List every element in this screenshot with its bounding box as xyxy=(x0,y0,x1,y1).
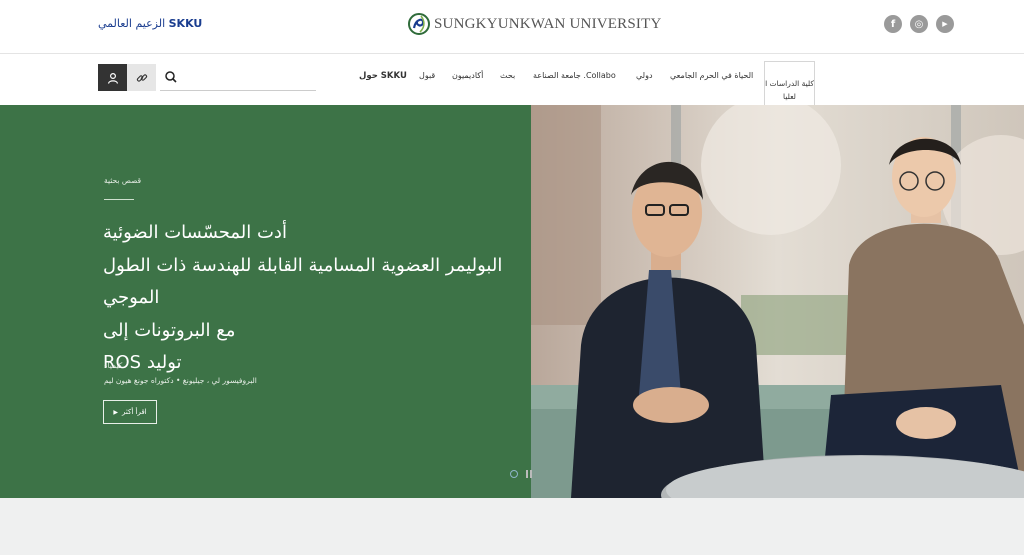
slide-indicator[interactable] xyxy=(510,470,518,478)
skku-emblem-icon xyxy=(408,13,430,35)
slider-controls xyxy=(510,470,534,478)
hero-photo xyxy=(531,105,1024,498)
link-icon xyxy=(136,73,147,82)
login-button[interactable] xyxy=(98,64,127,91)
nav-academics[interactable]: أكاديميون xyxy=(452,71,483,80)
hero-title[interactable]: أدت المحسّسات الضوئية البوليمر العضوية ا… xyxy=(103,217,523,380)
search-input[interactable] xyxy=(184,66,314,88)
hero-title-line: البوليمر العضوية المسامية القابلة للهندس… xyxy=(103,254,503,309)
nav-industry-collabo[interactable]: Collabo. جامعة الصناعة xyxy=(533,71,616,80)
nav-graduate-school[interactable]: كلية الدراسات ا لعليا xyxy=(764,61,815,105)
hero-title-line: توليد ROS xyxy=(103,352,182,373)
quick-links-button[interactable] xyxy=(127,64,156,91)
facebook-icon[interactable]: f xyxy=(884,15,902,33)
pause-icon[interactable] xyxy=(526,470,534,478)
nav-graduate-line1: كلية الدراسات ا xyxy=(765,79,814,88)
social-links: f ◎ ▶ xyxy=(884,15,954,33)
content-section xyxy=(0,498,1024,555)
search-icon[interactable] xyxy=(162,68,180,86)
nav-admission[interactable]: قبول xyxy=(419,71,435,80)
instagram-icon[interactable]: ◎ xyxy=(910,15,928,33)
search-bar xyxy=(160,64,316,91)
researchers-photo xyxy=(531,105,1024,498)
read-more-label: اقرأ أكثر xyxy=(122,408,147,416)
nav-international[interactable]: دولي xyxy=(636,71,653,80)
hero-category: قصص بحثية xyxy=(104,176,142,185)
hero-department: كيمياء xyxy=(104,361,123,370)
youtube-icon[interactable]: ▶ xyxy=(936,15,954,33)
nav-graduate-line2: لعليا xyxy=(783,92,796,101)
logo-text: SUNGKYUNKWAN UNIVERSITY xyxy=(434,15,662,32)
hero-divider xyxy=(104,199,134,200)
read-more-button[interactable]: اقرأ أكثر ▶ xyxy=(103,400,157,424)
global-link-bold: SKKU xyxy=(168,17,203,30)
university-logo[interactable]: SUNGKYUNKWAN UNIVERSITY xyxy=(408,12,662,36)
nav-campus-life[interactable]: الحياة في الحرم الجامعي xyxy=(670,71,753,80)
global-leader-link[interactable]: SKKU الزعيم العالمي xyxy=(98,17,202,30)
global-link-text: الزعيم العالمي xyxy=(98,17,166,30)
nav-about[interactable]: SKKU حول xyxy=(359,71,407,81)
nav-research[interactable]: بحث xyxy=(500,71,515,80)
hero-title-line: مع البروتونات إلى xyxy=(103,319,236,341)
arrow-right-icon: ▶ xyxy=(113,408,119,416)
hero-authors: البروفيسور لي ، جيليونغ • دكتوراه جونغ ه… xyxy=(104,376,257,385)
hero-title-line: أدت المحسّسات الضوئية xyxy=(103,222,287,243)
user-icon xyxy=(107,72,118,84)
